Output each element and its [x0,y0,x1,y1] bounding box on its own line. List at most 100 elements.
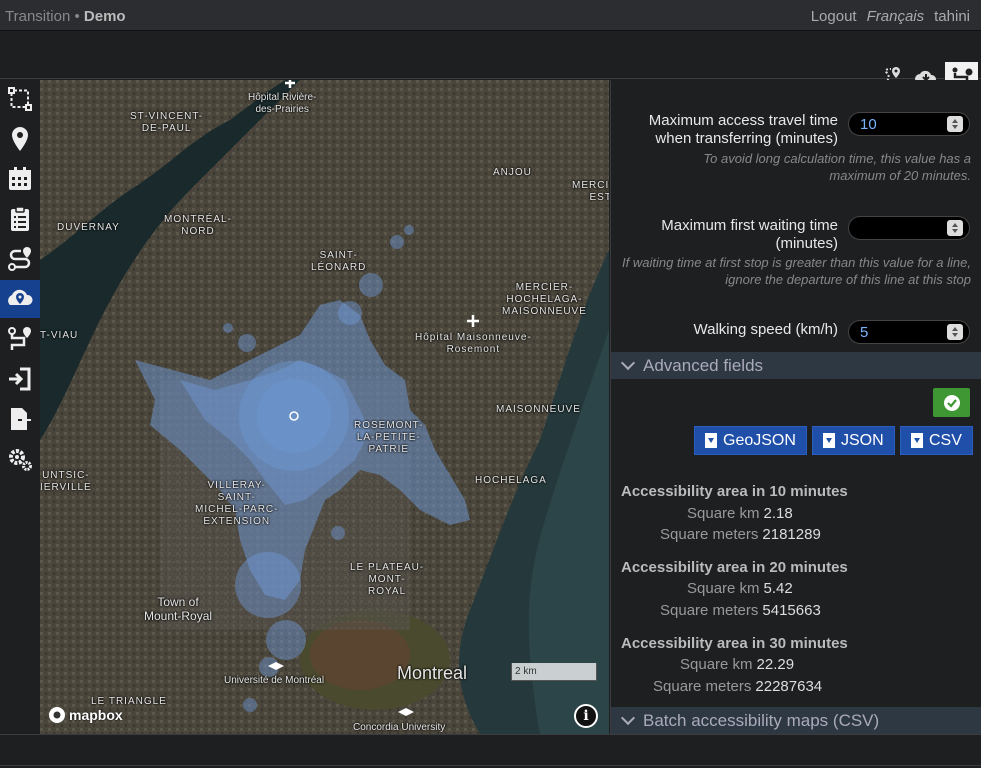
walk-speed-value: 5 [860,324,869,341]
walk-speed-stepper[interactable] [947,324,963,340]
file-download-icon [823,433,835,448]
nav-routing[interactable] [0,240,40,278]
label-st-vincent: ST-VINCENT- DE-PAUL [130,111,204,134]
download-csv-label: CSV [929,431,962,449]
result-m-value: 5415663 [762,602,821,619]
label-duvernay: DUVERNAY [57,222,120,233]
label-saint-leonard: SAINT- LÉONARD [311,250,367,273]
nav-settings[interactable] [0,440,40,478]
result-title-20: Accessibility area in 20 minutes [621,559,848,576]
nav-import[interactable] [0,360,40,398]
calculate-button[interactable] [933,388,970,417]
result-m-value: 22287634 [755,678,823,695]
label-montreal: Montreal [397,663,468,683]
nav-schedules[interactable] [0,160,40,198]
result-km-value: 5.42 [763,580,793,597]
label-hopital-riviere-des-prairies: Hôpital Rivière-des-Prairies [248,92,317,115]
label-anjou: ANJOU [493,167,532,178]
download-json-button[interactable]: JSON [812,426,895,455]
result-km-label: Square km [680,656,753,673]
result-m-10: Square meters 2181289 [660,526,821,543]
left-navigation [0,80,40,734]
brand-separator: • [74,8,80,25]
label-viau: T-VIAU [40,330,79,341]
advanced-fields-toggle[interactable]: Advanced fields [611,352,981,379]
bottom-bar [0,734,981,768]
label-untsic: UNTSIC- IERVILLE [40,470,92,493]
download-geojson-label: GeoJSON [723,431,796,449]
logout-link[interactable]: Logout [811,8,857,25]
result-m-label: Square meters [653,678,752,695]
mapbox-logo: mapbox [48,706,123,724]
label-concordia: Concordia University [353,722,446,733]
result-km-20: Square km 5.42 [687,580,793,597]
accessibility-map-icon [8,289,33,305]
label-town-mount-royal: Town of Mount-Royal [144,595,213,623]
download-json-label: JSON [841,431,884,449]
max-access-input[interactable]: 10 [848,112,970,136]
result-km-value: 22.29 [756,656,795,673]
result-km-label: Square km [687,580,760,597]
nav-scenarios[interactable] [0,200,40,238]
label-rosemont: ROSEMONT- LA-PETITE- PATRIE [354,420,424,455]
map-scale-bar: 2 km [511,663,597,681]
max-access-label: Maximum access travel time when transfer… [648,112,838,147]
label-maisonneuve: MAISONNEUVE [496,404,581,415]
max-access-value: 10 [860,116,877,133]
max-access-help: To avoid long calculation time, this val… [703,151,971,183]
download-csv-button[interactable]: CSV [900,426,973,455]
chevron-down-icon [620,355,636,371]
label-villeray: VILLERAY- SAINT- MICHEL-PARC- EXTENSION [195,480,279,527]
map-marker-icon [12,127,28,151]
result-km-label: Square km [687,505,760,522]
header-user-menu: Logout Français tahini [811,8,970,25]
advanced-fields-label: Advanced fields [643,355,764,375]
app-brand: Transition • Demo [5,8,126,25]
first-wait-stepper[interactable] [947,220,963,236]
batch-accessibility-toggle[interactable]: Batch accessibility maps (CSV) [611,707,981,734]
first-wait-input[interactable] [848,216,970,240]
walk-speed-label: Walking speed (km/h) [693,321,839,338]
result-m-label: Square meters [660,602,759,619]
nav-export[interactable] [0,400,40,438]
result-m-20: Square meters 5415663 [660,602,821,619]
result-km-value: 2.18 [763,505,793,522]
first-wait-label: Maximum first waiting time (minutes) [661,217,838,252]
nav-nodes[interactable] [0,120,40,158]
username: tahini [934,8,970,25]
nav-od-routing[interactable] [0,320,40,358]
label-mercier-hochelaga: MERCIER- HOCHELAGA- MAISONNEUVE [502,282,587,317]
result-m-label: Square meters [660,526,759,543]
label-plateau: LE PLATEAU- MONT- ROYAL [350,562,425,597]
first-wait-help: If waiting time at first stop is greater… [622,255,971,287]
app-header: Transition • Demo Logout Français tahini [0,0,981,31]
label-mercier-est: MERCIER-EST [572,180,609,203]
import-icon [9,367,31,391]
settings-gears-icon [9,449,32,471]
max-access-stepper[interactable] [947,116,963,132]
label-hochelaga: HOCHELAGA [475,475,547,486]
mapbox-wordmark: mapbox [69,707,123,723]
label-montreal-nord: MONTRÉAL- NORD [164,214,232,237]
chevron-down-icon [620,710,636,726]
export-file-icon [11,408,33,430]
map-info-button[interactable]: i [574,704,598,728]
nav-network[interactable] [0,80,40,118]
file-download-icon [911,433,923,448]
result-km-10: Square km 2.18 [687,505,793,522]
mapbox-icon [49,707,65,723]
result-m-value: 2181289 [762,526,821,543]
label-hopital-maisonneuve: Hôpital Maisonneuve- Rosemont [415,332,532,355]
file-download-icon [705,433,717,448]
walk-speed-input[interactable]: 5 [848,320,970,344]
app-name: Transition [5,8,71,25]
network-nodes-icon [8,87,32,111]
nav-accessibility-map[interactable] [0,280,40,318]
od-route-icon [8,327,31,350]
map-view[interactable]: ST-VINCENT-DE-PAUL ANJOU MERCIER-EST DUV… [40,80,609,734]
language-switch[interactable]: Français [867,8,925,25]
download-geojson-button[interactable]: GeoJSON [694,426,807,455]
label-universite-de-montreal: Université de Montréal [224,675,325,686]
result-title-10: Accessibility area in 10 minutes [621,483,848,500]
clipboard-list-icon [11,206,29,231]
